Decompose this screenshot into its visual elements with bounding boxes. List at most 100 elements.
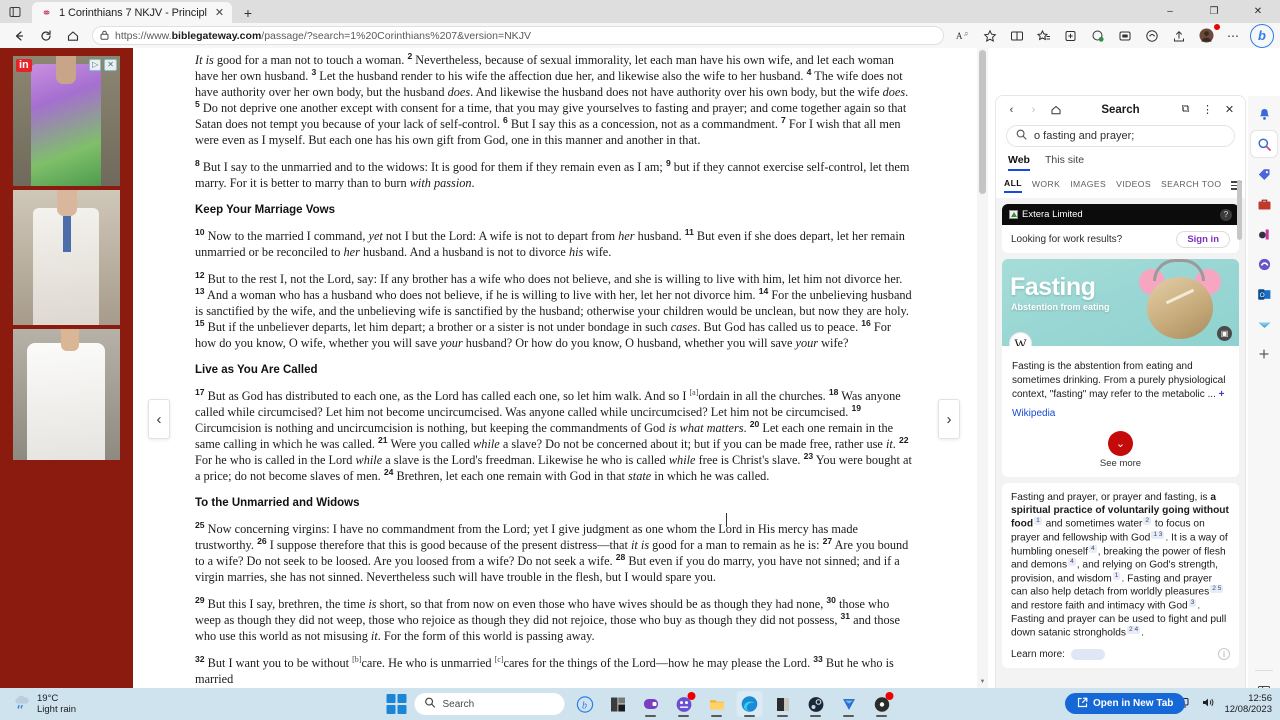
ad-slot-3[interactable] xyxy=(13,329,120,460)
source-pill[interactable] xyxy=(1070,648,1105,660)
entity-source-link[interactable]: Wikipedia xyxy=(1012,408,1229,419)
ad-image-embroidered-shirt[interactable] xyxy=(13,190,120,325)
citation-chip[interactable]: 1 xyxy=(1034,517,1042,526)
browser-tab[interactable]: ⚭ 1 Corinthians 7 NKJV - Principle ✕ xyxy=(32,2,232,23)
previous-chapter-button[interactable]: ‹ xyxy=(148,399,170,439)
taskbar-app-dark-icon[interactable] xyxy=(770,691,796,717)
scrollbar-thumb[interactable] xyxy=(979,50,986,194)
back-icon[interactable] xyxy=(6,25,32,47)
taskbar-media-icon[interactable] xyxy=(869,691,895,717)
entity-hero-image[interactable]: Fasting Abstention from eating ▣ W xyxy=(1002,259,1239,346)
taskbar-explorer-icon[interactable] xyxy=(704,691,730,717)
panel-close-icon[interactable]: ✕ xyxy=(1220,100,1239,119)
citation-chip[interactable]: 3 xyxy=(1188,598,1197,607)
chevron-down-icon[interactable]: ⌄ xyxy=(1108,431,1133,456)
ad-close-icon[interactable]: ✕ xyxy=(104,59,117,71)
new-tab-button[interactable]: + xyxy=(235,2,261,23)
tab-all[interactable]: ALL xyxy=(1004,178,1022,193)
open-in-browser-icon[interactable]: ⧉ xyxy=(1176,100,1195,119)
tools-briefcase-icon[interactable] xyxy=(1251,191,1277,217)
citation-chip[interactable]: 1 xyxy=(1112,571,1121,580)
home-icon[interactable] xyxy=(60,25,86,47)
profile-avatar[interactable] xyxy=(1193,23,1220,47)
citation-chip[interactable]: 2 4 xyxy=(1126,625,1141,634)
citation-chip[interactable]: 2 xyxy=(1143,517,1152,526)
panel-scrollbar[interactable] xyxy=(1236,172,1244,720)
scope-tab-this-site[interactable]: This site xyxy=(1045,154,1084,171)
ad-slot-2[interactable] xyxy=(13,190,120,325)
citation-chip[interactable]: 1 3 xyxy=(1151,531,1165,539)
copilot-page-icon[interactable] xyxy=(1139,25,1165,47)
taskbar-edge-icon[interactable] xyxy=(736,691,763,717)
start-button[interactable] xyxy=(386,693,408,715)
notifications-icon[interactable] xyxy=(1251,101,1277,127)
bing-copilot-button[interactable]: b xyxy=(1250,23,1274,48)
panel-home-icon[interactable] xyxy=(1046,100,1065,119)
scroll-down-arrow[interactable]: ▼ xyxy=(977,677,988,688)
open-in-new-tab-label: Open in New Tab xyxy=(1093,698,1174,709)
address-bar[interactable]: https://www.biblegateway.com/passage/?se… xyxy=(92,26,944,45)
add-sidebar-icon[interactable] xyxy=(1251,341,1277,367)
tab-actions-icon[interactable] xyxy=(0,0,30,23)
games-icon[interactable] xyxy=(1251,221,1277,247)
expand-description-icon[interactable]: + xyxy=(1219,389,1225,400)
citation-chip[interactable]: 4 xyxy=(1089,544,1097,553)
panel-forward-icon[interactable]: › xyxy=(1024,100,1043,119)
see-more-control[interactable]: ⌄ See more xyxy=(1002,425,1239,477)
taskbar-widgets-icon[interactable] xyxy=(605,691,631,717)
shopping-tag-icon[interactable] xyxy=(1251,161,1277,187)
taskbar-vpn-icon[interactable] xyxy=(836,691,862,717)
image-source-icon[interactable]: ▣ xyxy=(1217,326,1232,341)
read-aloud-icon[interactable]: A ♫ xyxy=(950,25,976,47)
ad-slot-1[interactable]: in ▷ ✕ xyxy=(13,56,120,186)
page-scrollbar[interactable]: ▲ ▼ xyxy=(977,48,988,688)
close-window-button[interactable]: ✕ xyxy=(1236,0,1280,23)
taskbar-teams-icon[interactable] xyxy=(671,691,697,717)
ad-image-floral-shirt[interactable]: in ▷ ✕ xyxy=(13,56,120,186)
taskbar-chat-icon[interactable] xyxy=(638,691,664,717)
help-icon[interactable]: ? xyxy=(1220,208,1232,221)
bing-panel-header: ‹ › Search ⧉ ⋮ ✕ xyxy=(996,96,1245,123)
collections-icon[interactable] xyxy=(1031,25,1057,47)
sign-in-button[interactable]: Sign in xyxy=(1176,230,1230,248)
panel-scrollbar-thumb[interactable] xyxy=(1237,180,1242,240)
tab-work[interactable]: WORK xyxy=(1032,179,1060,192)
open-in-new-tab-button[interactable]: Open in New Tab xyxy=(1065,693,1186,714)
clock[interactable]: 12:56 12/08/2023 xyxy=(1224,693,1272,715)
extensions-icon[interactable] xyxy=(1112,25,1138,47)
weather-widget[interactable]: 19°C Light rain xyxy=(0,693,76,715)
volume-icon[interactable] xyxy=(1201,696,1215,712)
scope-tab-web[interactable]: Web xyxy=(1008,154,1030,171)
taskbar-search-box[interactable]: Search xyxy=(414,693,565,715)
share-icon[interactable] xyxy=(1166,25,1192,47)
settings-and-more-icon[interactable]: ⋯ xyxy=(1220,25,1246,47)
tab-images[interactable]: IMAGES xyxy=(1070,179,1106,192)
minimize-button[interactable]: – xyxy=(1148,0,1192,23)
citation-chip[interactable]: 2 5 xyxy=(1210,585,1224,594)
taskbar-bing-icon[interactable]: b xyxy=(572,691,598,717)
ad-image-white-shirt[interactable] xyxy=(13,329,120,460)
taskbar-steam-icon[interactable] xyxy=(803,691,829,717)
browser-essentials-icon[interactable] xyxy=(1058,25,1084,47)
refresh-icon[interactable] xyxy=(33,25,59,47)
citation-chip[interactable]: 4 xyxy=(1068,558,1076,567)
split-screen-icon[interactable] xyxy=(1004,25,1030,47)
search-icon[interactable] xyxy=(1251,131,1277,157)
panel-more-icon[interactable]: ⋮ xyxy=(1198,100,1217,119)
tab-search-tools[interactable]: SEARCH TOO xyxy=(1161,179,1222,192)
bing-search-input[interactable]: o fasting and prayer; xyxy=(1006,125,1235,147)
favorite-star-icon[interactable] xyxy=(977,25,1003,47)
shopping-icon[interactable] xyxy=(1085,25,1111,47)
outlook-icon[interactable]: O xyxy=(1251,281,1277,307)
next-chapter-button[interactable]: › xyxy=(938,399,960,439)
info-icon[interactable]: i xyxy=(1218,648,1230,661)
send-icon[interactable] xyxy=(1251,311,1277,337)
bible-favicon: ⚭ xyxy=(41,5,52,20)
tab-videos[interactable]: VIDEOS xyxy=(1116,179,1151,192)
adchoices-icon[interactable]: ▷ xyxy=(89,59,102,71)
close-tab-icon[interactable]: ✕ xyxy=(213,6,226,19)
copilot-icon[interactable] xyxy=(1251,251,1277,277)
panel-back-icon[interactable]: ‹ xyxy=(1002,100,1021,119)
weather-condition: Light rain xyxy=(37,704,77,715)
maximize-button[interactable]: ❐ xyxy=(1192,0,1236,23)
